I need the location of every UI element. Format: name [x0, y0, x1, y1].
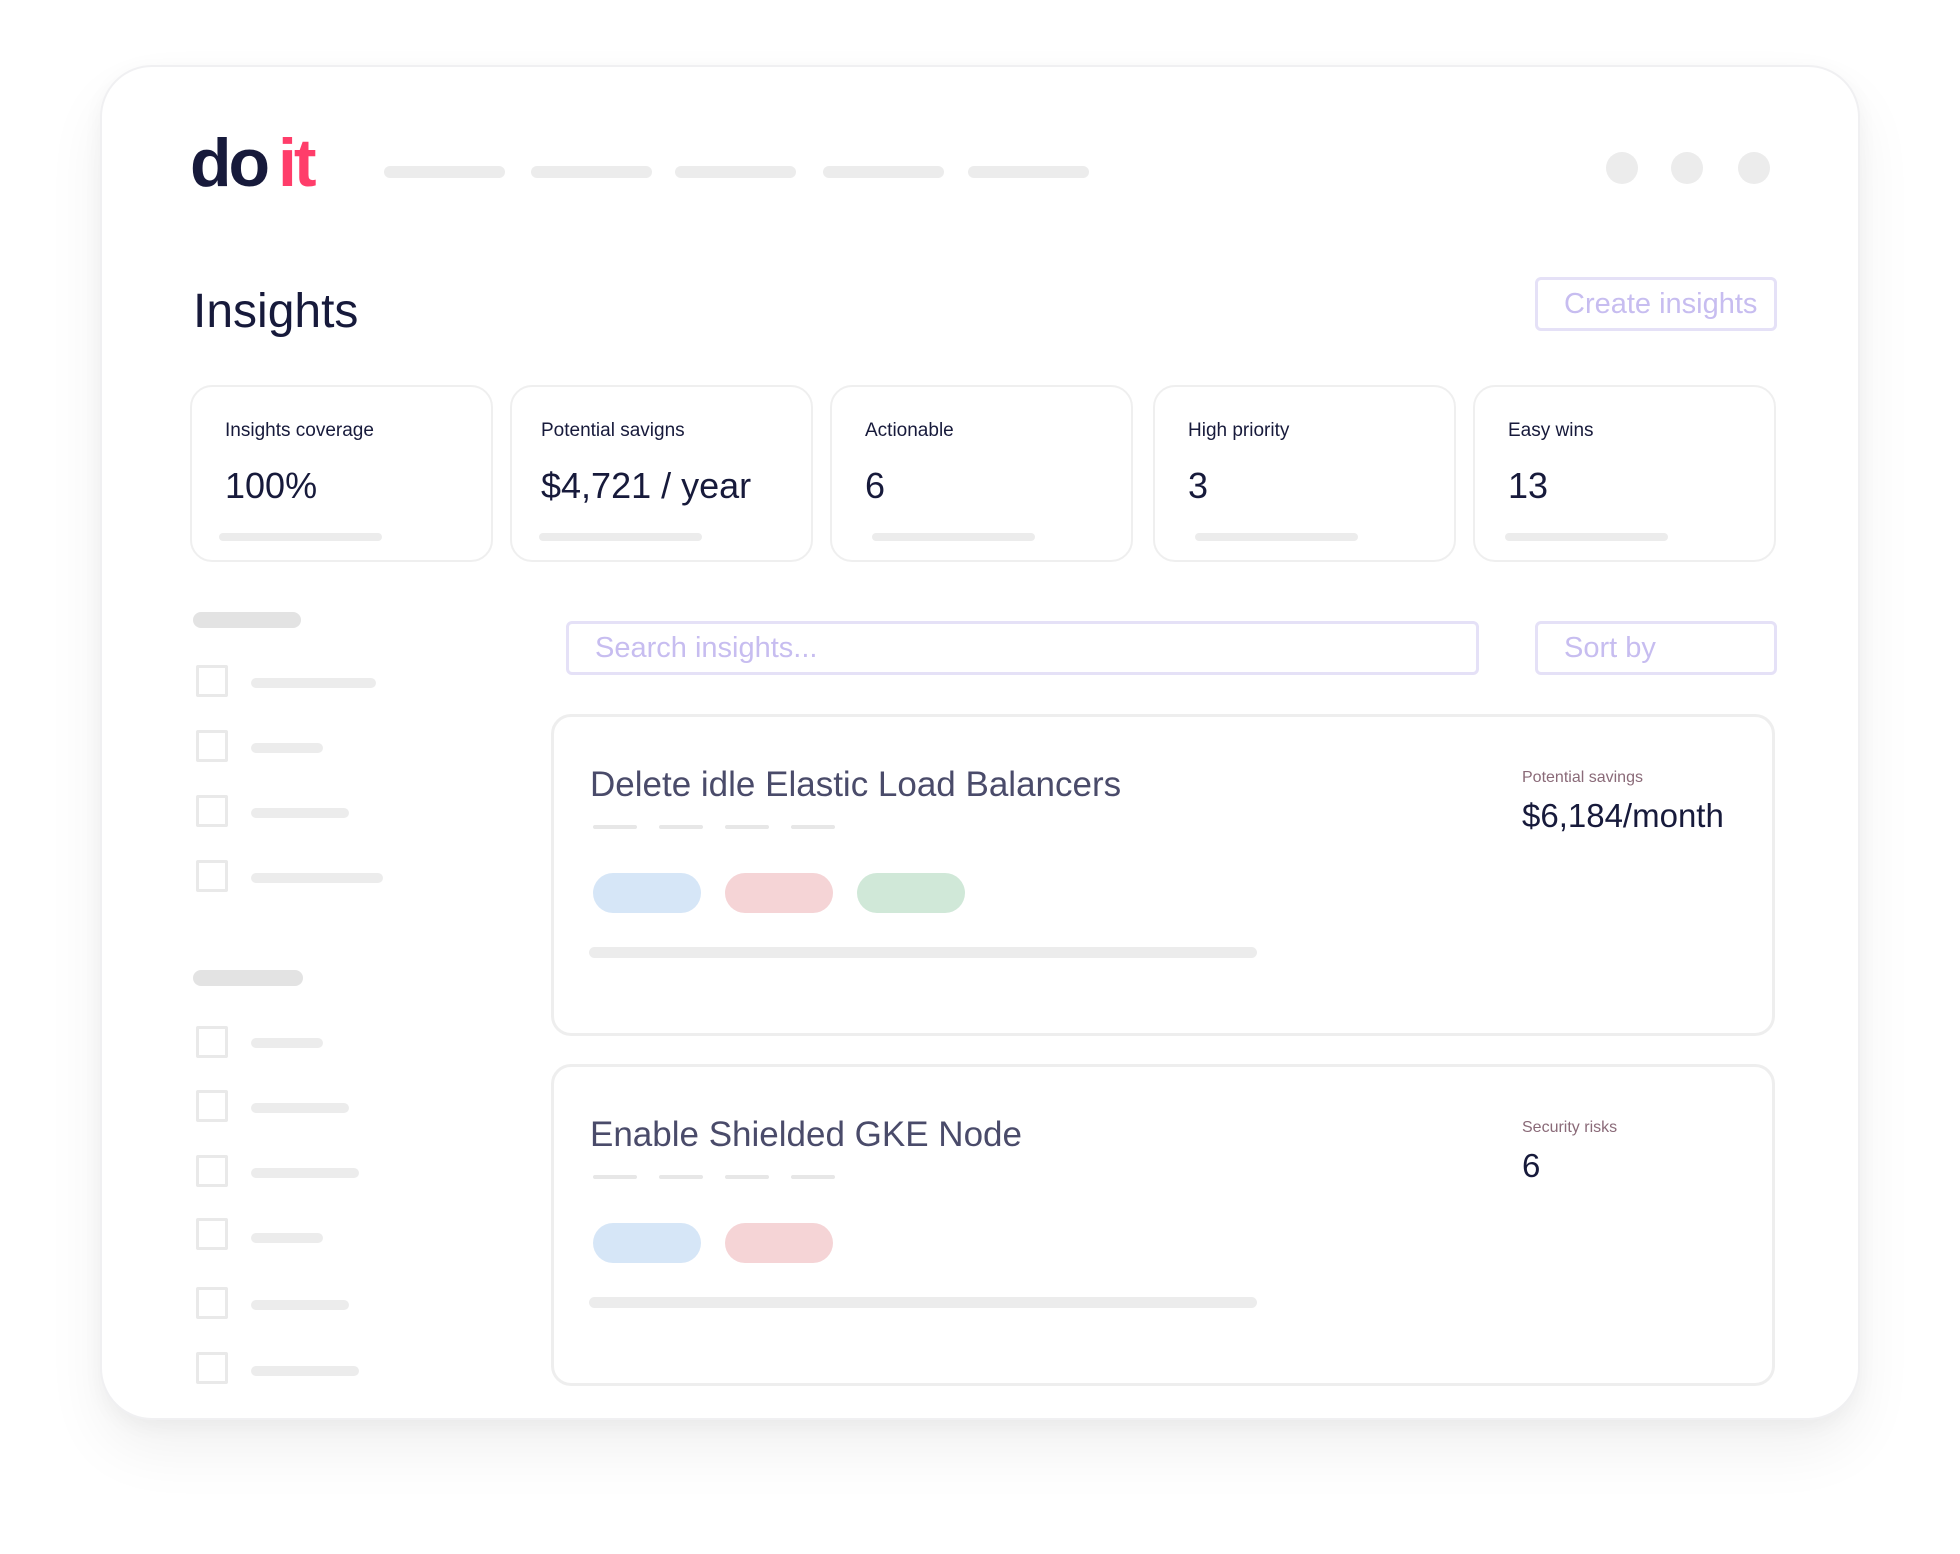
nav-item-placeholder[interactable]: [531, 166, 652, 178]
filter-option-label: [251, 743, 323, 753]
create-insights-button[interactable]: Create insights: [1535, 277, 1777, 331]
filter-option-label: [251, 873, 383, 883]
insight-tag[interactable]: [857, 873, 965, 913]
insight-title[interactable]: Enable Shielded GKE Node: [590, 1115, 1022, 1155]
insight-metric-label: Security risks: [1522, 1119, 1618, 1136]
header-action-icon[interactable]: [1738, 152, 1770, 184]
insight-meta-placeholder: [791, 1175, 835, 1179]
nav-item-placeholder[interactable]: [968, 166, 1089, 178]
header-action-icon[interactable]: [1606, 152, 1638, 184]
stat-bar: [539, 533, 702, 541]
filter-checkbox[interactable]: [196, 1352, 228, 1384]
filter-checkbox[interactable]: [196, 860, 228, 892]
insight-metric-value: 6: [1522, 1147, 1541, 1184]
insight-tag[interactable]: [593, 873, 701, 913]
stat-value: 6: [865, 465, 886, 506]
filter-checkbox[interactable]: [196, 795, 228, 827]
filter-checkbox[interactable]: [196, 1155, 228, 1187]
insight-metric-value: $6,184/month: [1522, 797, 1724, 834]
insight-tag[interactable]: [593, 1223, 701, 1263]
stat-bar: [872, 533, 1035, 541]
stat-card-actionable: Actionable 6: [830, 385, 1133, 562]
stat-label: Easy wins: [1508, 420, 1594, 441]
insight-meta-placeholder: [725, 825, 769, 829]
filter-option-label: [251, 1300, 349, 1310]
stat-value: 3: [1188, 465, 1209, 506]
stat-label: High priority: [1188, 420, 1290, 441]
insight-card[interactable]: Enable Shielded GKE Node Security risks …: [551, 1064, 1775, 1386]
sort-by-select[interactable]: Sort by: [1535, 621, 1777, 675]
filter-option-label: [251, 808, 349, 818]
filter-option-label: [251, 1038, 323, 1048]
stat-value: $4,721 / year: [541, 465, 752, 506]
insight-metric-label: Potential savings: [1522, 769, 1643, 786]
insight-meta-placeholder: [593, 1175, 637, 1179]
nav-item-placeholder[interactable]: [384, 166, 505, 178]
stat-card-savings: Potential savigns $4,721 / year: [510, 385, 813, 562]
insight-description-placeholder: [589, 1297, 1257, 1308]
stat-label: Insights coverage: [225, 420, 374, 441]
filter-option-label: [251, 1233, 323, 1243]
stat-value: 100%: [225, 465, 318, 506]
filter-checkbox[interactable]: [196, 730, 228, 762]
insight-meta-placeholder: [659, 825, 703, 829]
insight-card[interactable]: Delete idle Elastic Load Balancers Poten…: [551, 714, 1775, 1036]
insight-meta-placeholder: [659, 1175, 703, 1179]
stat-label: Potential savigns: [541, 420, 685, 441]
filter-option-label: [251, 1366, 359, 1376]
stat-bar: [219, 533, 382, 541]
stat-card-high-priority: High priority 3: [1153, 385, 1456, 562]
filter-option-label: [251, 678, 376, 688]
filter-group-heading: [193, 612, 301, 628]
insight-meta-placeholder: [791, 825, 835, 829]
insight-description-placeholder: [589, 947, 1257, 958]
filter-checkbox[interactable]: [196, 1287, 228, 1319]
logo-text-it: it: [278, 125, 317, 201]
insight-tag[interactable]: [725, 873, 833, 913]
insight-title[interactable]: Delete idle Elastic Load Balancers: [590, 765, 1121, 805]
filter-group-heading: [193, 970, 303, 986]
nav-item-placeholder[interactable]: [675, 166, 796, 178]
insight-tag[interactable]: [725, 1223, 833, 1263]
filter-checkbox[interactable]: [196, 1218, 228, 1250]
filter-checkbox[interactable]: [196, 665, 228, 697]
insight-meta-placeholder: [593, 825, 637, 829]
stat-value: 13: [1508, 465, 1549, 506]
nav-item-placeholder[interactable]: [823, 166, 944, 178]
insight-meta-placeholder: [725, 1175, 769, 1179]
stat-bar: [1505, 533, 1668, 541]
header-action-icon[interactable]: [1671, 152, 1703, 184]
logo-text-do: do: [190, 125, 270, 201]
stat-label: Actionable: [865, 420, 954, 441]
stat-card-coverage: Insights coverage 100%: [190, 385, 493, 562]
page-title: Insights: [193, 285, 359, 338]
stat-bar: [1195, 533, 1358, 541]
filter-option-label: [251, 1103, 349, 1113]
filter-checkbox[interactable]: [196, 1026, 228, 1058]
doit-logo[interactable]: do it: [190, 128, 355, 210]
stat-card-easy-wins: Easy wins 13: [1473, 385, 1776, 562]
filter-checkbox[interactable]: [196, 1090, 228, 1122]
search-input[interactable]: Search insights...: [566, 621, 1479, 675]
filter-option-label: [251, 1168, 359, 1178]
